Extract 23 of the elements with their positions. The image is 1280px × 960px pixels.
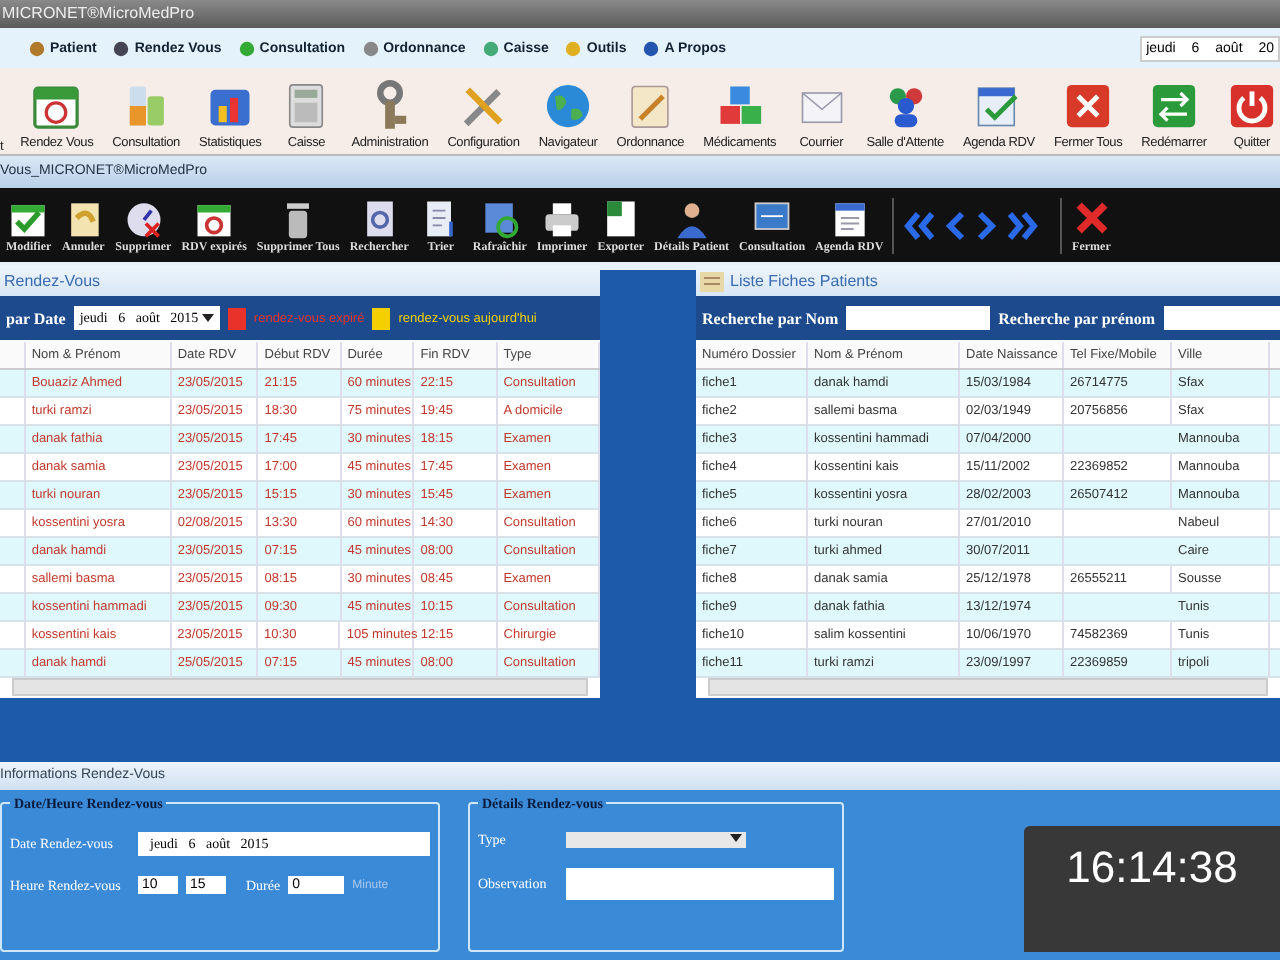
previous-icon[interactable]: [943, 209, 968, 241]
first-page-icon[interactable]: [901, 209, 938, 241]
next-icon[interactable]: [973, 209, 998, 241]
search-field[interactable]: [846, 306, 991, 330]
close-icon: [1062, 80, 1115, 132]
arrows-icon: [1148, 80, 1201, 132]
globe-icon: [542, 80, 595, 132]
window-title: MICRONET®MicroMedPro: [2, 4, 195, 22]
search-label: Recherche par prénom: [998, 309, 1155, 327]
caret-icon: [201, 314, 214, 322]
power-icon: [1225, 80, 1278, 132]
scroll-bar[interactable]: [708, 678, 1268, 696]
filter-label: par Date: [6, 309, 66, 327]
panel-title: Liste Fiches Patients: [730, 272, 878, 290]
panel-title: Rendez-Vous: [4, 272, 101, 290]
scroll-bar[interactable]: [12, 678, 588, 696]
caret-icon: [730, 834, 742, 842]
list-icon: [700, 271, 724, 291]
type-dropdown[interactable]: [566, 832, 746, 848]
observation-field[interactable]: [565, 868, 834, 900]
clock-time: 16:14:38: [1066, 842, 1238, 894]
search-label: Recherche par Nom: [702, 309, 839, 327]
last-page-icon[interactable]: [1003, 209, 1040, 241]
